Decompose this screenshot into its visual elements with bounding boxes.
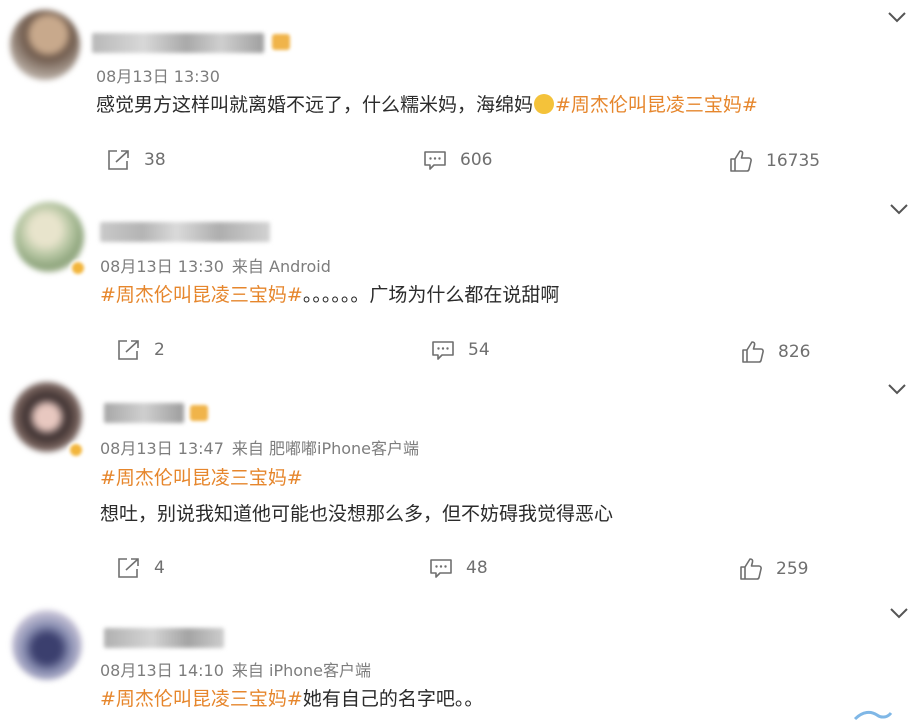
username-blurred[interactable] (104, 403, 184, 423)
chevron-down-icon[interactable] (888, 606, 910, 620)
thumbs-up-icon (742, 341, 764, 363)
comment-icon (432, 341, 454, 360)
repost-count: 2 (154, 340, 165, 360)
comment-count: 48 (466, 558, 488, 578)
comment-card-4: 08月13日 14:10 来自 iPhone客户端 #周杰伦叫昆凌三宝妈#她有自己… (0, 600, 921, 721)
comment-count: 54 (468, 340, 490, 360)
post-text: 感觉男方这样叫就离婚不远了，什么糯米妈，海绵妈 #周杰伦叫昆凌三宝妈# (96, 93, 758, 117)
like-count: 826 (778, 342, 811, 362)
like-button[interactable]: 826 (740, 339, 810, 365)
post-meta: 08月13日 14:10 来自 iPhone客户端 (100, 657, 371, 681)
comment-icon (424, 151, 446, 170)
comment-button[interactable]: 54 (430, 338, 490, 362)
vip-badge-icon (190, 405, 208, 421)
hashtag-link[interactable]: #周杰伦叫昆凌三宝妈# (100, 284, 303, 306)
repost-button[interactable]: 2 (116, 338, 165, 362)
chevron-down-icon[interactable] (888, 202, 910, 216)
username-blurred[interactable] (92, 33, 264, 53)
post-text: 想吐，别说我知道他可能也没想那么多，但不妨碍我觉得恶心 (100, 502, 613, 526)
comment-card-2: 08月13日 13:30 来自 Android #周杰伦叫昆凌三宝妈#。。。。。。… (0, 190, 921, 370)
thumbs-up-icon (730, 150, 752, 172)
post-source: 来自 Android (231, 257, 331, 276)
username-blurred[interactable] (104, 628, 224, 648)
user-avatar[interactable] (10, 10, 80, 80)
like-count: 259 (776, 559, 809, 579)
comment-card-3: 08月13日 13:47 来自 肥嘟嘟iPhone客户端 #周杰伦叫昆凌三宝妈# … (0, 370, 921, 600)
vip-badge-icon (272, 34, 290, 50)
post-source: 来自 肥嘟嘟iPhone客户端 (231, 439, 420, 458)
user-avatar[interactable] (12, 610, 82, 680)
post-text-body: 感觉男方这样叫就离婚不远了，什么糯米妈，海绵妈 (96, 94, 534, 116)
comment-card-1: 08月13日 13:30 感觉男方这样叫就离婚不远了，什么糯米妈，海绵妈 #周杰伦… (0, 0, 921, 190)
repost-button[interactable]: 38 (106, 148, 166, 172)
post-text-body: 她有自己的名字吧。。 (302, 688, 484, 710)
comment-icon (430, 559, 452, 578)
chevron-down-icon[interactable] (886, 382, 908, 396)
verified-badge-icon (70, 260, 86, 276)
repost-count: 4 (154, 558, 165, 578)
like-button[interactable]: 259 (738, 556, 808, 582)
watermark-wave-icon (853, 710, 893, 721)
verified-badge-icon (68, 442, 84, 458)
comment-count: 606 (460, 150, 493, 170)
post-meta: 08月13日 13:30 来自 Android (100, 253, 331, 277)
post-text-body: 。。。。。。广场为什么都在说甜啊 (302, 284, 560, 306)
post-time: 08月13日 13:30 (96, 67, 220, 86)
repost-button[interactable]: 4 (116, 556, 165, 580)
like-button[interactable]: 16735 (728, 148, 820, 174)
post-text: #周杰伦叫昆凌三宝妈#她有自己的名字吧。。 (100, 687, 483, 711)
username-blurred[interactable] (100, 222, 270, 242)
post-text-body: 想吐，别说我知道他可能也没想那么多，但不妨碍我觉得恶心 (100, 503, 614, 525)
post-time: 08月13日 13:30 (100, 257, 224, 276)
hashtag-link[interactable]: #周杰伦叫昆凌三宝妈# (555, 94, 758, 116)
repost-count: 38 (144, 150, 166, 170)
laugh-cry-emoji-icon (534, 94, 555, 114)
post-text: #周杰伦叫昆凌三宝妈#。。。。。。广场为什么都在说甜啊 (100, 283, 559, 307)
chevron-down-icon[interactable] (886, 10, 908, 24)
hashtag-link[interactable]: #周杰伦叫昆凌三宝妈# (100, 467, 303, 489)
thumbs-up-icon (740, 558, 762, 580)
post-meta: 08月13日 13:47 来自 肥嘟嘟iPhone客户端 (100, 435, 419, 459)
comment-button[interactable]: 48 (428, 556, 488, 580)
post-time: 08月13日 13:47 (100, 439, 224, 458)
like-count: 16735 (766, 151, 821, 171)
user-avatar[interactable] (12, 382, 82, 452)
hashtag-link[interactable]: #周杰伦叫昆凌三宝妈# (100, 688, 303, 710)
comment-button[interactable]: 606 (422, 148, 492, 172)
repost-icon (108, 150, 129, 170)
repost-icon (118, 558, 139, 578)
post-hashtag-line: #周杰伦叫昆凌三宝妈# (100, 466, 303, 490)
repost-icon (118, 340, 139, 360)
post-source: 来自 iPhone客户端 (231, 661, 372, 680)
post-meta: 08月13日 13:30 (96, 63, 220, 87)
post-time: 08月13日 14:10 (100, 661, 224, 680)
